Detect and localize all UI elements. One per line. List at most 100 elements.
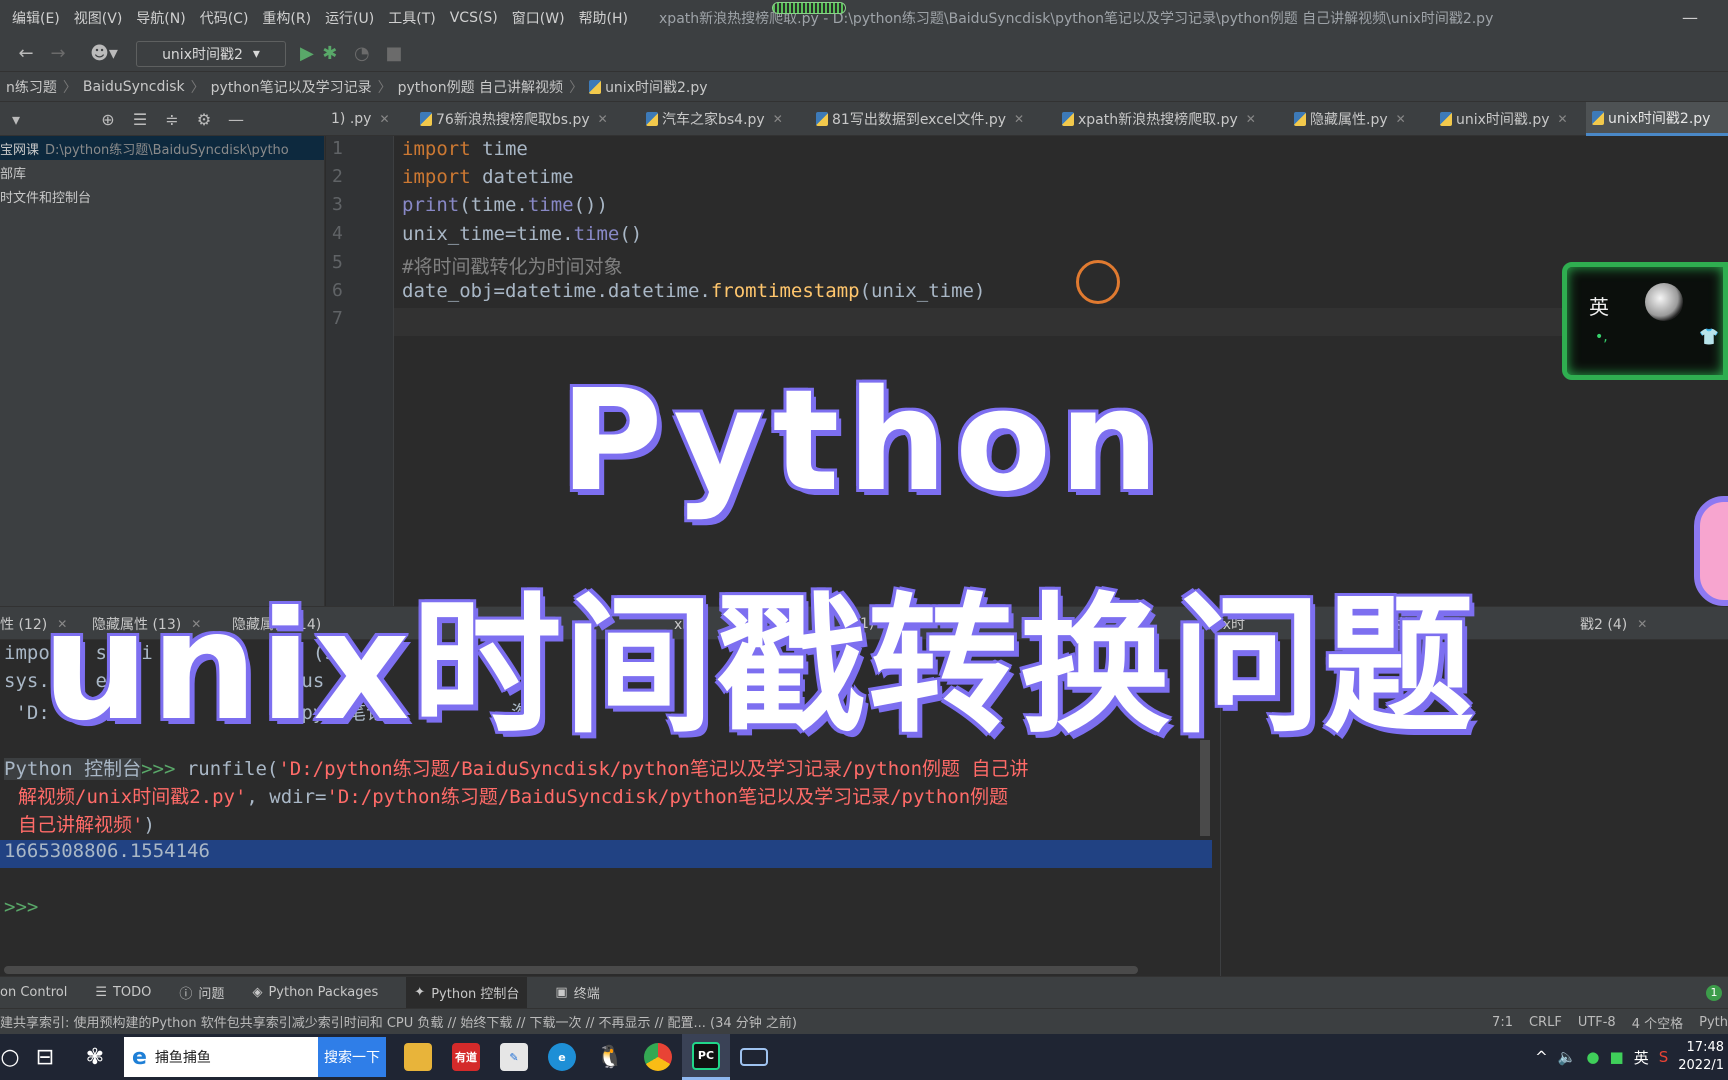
app-pycharm[interactable]: PC xyxy=(682,1034,730,1080)
event-log-badge[interactable]: 1 xyxy=(1706,985,1722,1001)
tab-active-file[interactable]: unix时间戳2.py xyxy=(1586,102,1728,136)
app-file-explorer[interactable] xyxy=(394,1034,442,1080)
taskbar-search-input[interactable]: e 捕鱼捕鱼 xyxy=(124,1037,318,1077)
code-line: import datetime xyxy=(402,166,574,188)
caret-position[interactable]: 7:1 xyxy=(1492,1015,1513,1030)
chevron-up-icon[interactable]: ^ xyxy=(1535,1048,1548,1066)
tool-version-control[interactable]: on Control xyxy=(0,985,67,1000)
gear-icon[interactable]: ⚙ xyxy=(188,110,220,129)
tab-file[interactable]: 隐藏属性.py ✕ xyxy=(1288,102,1412,136)
console-tab-label: 戳2 (4) xyxy=(1580,617,1628,633)
method-call: fromtimestamp xyxy=(710,280,860,302)
file-encoding[interactable]: UTF-8 xyxy=(1578,1015,1616,1030)
minimize-icon[interactable]: — xyxy=(1682,8,1698,27)
console-output: 1665308806.1554146 xyxy=(4,840,210,862)
tree-item-external-libraries[interactable]: 部库 xyxy=(0,160,324,184)
speaker-icon[interactable]: 🔈 xyxy=(1558,1048,1577,1066)
sogou-icon[interactable]: S xyxy=(1659,1048,1669,1066)
breadcrumb-item[interactable]: python例题 自己讲解视频 xyxy=(392,77,569,97)
start-icon[interactable]: ○ xyxy=(0,1034,20,1080)
menu-code[interactable]: 代码(C) xyxy=(193,8,256,28)
app-youdao[interactable]: 有道 xyxy=(442,1034,490,1080)
collapse-all-icon[interactable]: ≑ xyxy=(156,110,188,129)
run-configuration-select[interactable]: unix时间戳2 ▾ xyxy=(136,40,286,67)
menu-run[interactable]: 运行(U) xyxy=(318,8,381,28)
line-separator[interactable]: CRLF xyxy=(1529,1015,1562,1030)
ime-indicator[interactable]: 英 xyxy=(1634,1047,1649,1068)
menu-help[interactable]: 帮助(H) xyxy=(572,8,635,28)
python-file-icon xyxy=(1592,110,1604,125)
tool-python-console[interactable]: ✦ Python 控制台 xyxy=(406,976,528,1009)
ime-widget[interactable]: 英 •, 👕 xyxy=(1562,262,1728,380)
tab-label: 汽车之家bs4.py xyxy=(662,112,765,128)
coverage-icon[interactable]: ◔ xyxy=(346,43,378,64)
app-camera[interactable] xyxy=(730,1034,778,1080)
breadcrumb-file[interactable]: unix时间戳2.py xyxy=(583,77,713,97)
tab-file[interactable]: xpath新浪热搜榜爬取.py ✕ xyxy=(1056,102,1262,136)
tab-label: xpath新浪热搜榜爬取.py xyxy=(1078,112,1238,128)
locate-icon[interactable]: ⊕ xyxy=(92,110,124,129)
tab-file[interactable]: 汽车之家bs4.py ✕ xyxy=(640,102,789,136)
back-arrow-icon[interactable]: ← xyxy=(10,43,42,64)
close-icon[interactable]: ✕ xyxy=(379,112,389,126)
menu-bar: 编辑(E) 视图(V) 导航(N) 代码(C) 重构(R) 运行(U) 工具(T… xyxy=(0,0,1728,36)
forward-arrow-icon[interactable]: → xyxy=(42,43,74,64)
close-icon[interactable]: ✕ xyxy=(1246,112,1256,126)
menu-navigate[interactable]: 导航(N) xyxy=(129,8,192,28)
search-button[interactable]: 搜索一下 xyxy=(318,1037,386,1077)
close-icon[interactable]: ✕ xyxy=(773,112,783,126)
tree-item-scratches[interactable]: 时文件和控制台 xyxy=(0,184,324,208)
notepad-icon: ✎ xyxy=(500,1043,528,1071)
tool-terminal[interactable]: ▣ 终端 xyxy=(555,983,599,1002)
decoration-sticker xyxy=(1694,496,1728,606)
status-message[interactable]: 建共享索引: 使用预构建的Python 软件包共享索引减少索引时间和 CPU 负… xyxy=(0,1012,797,1031)
breadcrumb-item[interactable]: BaiduSyncdisk xyxy=(77,79,191,95)
menu-edit[interactable]: 编辑(E) xyxy=(0,8,67,28)
app-chrome[interactable] xyxy=(634,1034,682,1080)
run-icon[interactable]: ▶ xyxy=(300,43,314,64)
horizontal-scrollbar[interactable] xyxy=(4,966,1138,974)
console-tab[interactable]: 戳2 (4) ✕ xyxy=(1580,607,1647,641)
tool-python-packages[interactable]: ◈ Python Packages xyxy=(252,985,378,1000)
line-number: 2 xyxy=(332,166,343,187)
menu-window[interactable]: 窗口(W) xyxy=(505,8,572,28)
tool-todo[interactable]: ☰ TODO xyxy=(95,985,151,1000)
menu-tools[interactable]: 工具(T) xyxy=(381,8,442,28)
code-line: import time xyxy=(402,138,528,160)
tab-file[interactable]: 81写出数据到excel文件.py ✕ xyxy=(810,102,1030,136)
app-notepad[interactable]: ✎ xyxy=(490,1034,538,1080)
menu-vcs[interactable]: VCS(S) xyxy=(443,10,505,26)
close-icon[interactable]: ✕ xyxy=(1637,617,1647,631)
wechat-icon[interactable]: ● xyxy=(1586,1048,1599,1066)
python-file-icon xyxy=(646,112,658,126)
console-empty-prompt[interactable]: >>> xyxy=(4,896,38,918)
app-qq[interactable]: 🐧 xyxy=(586,1034,634,1080)
clock[interactable]: 17:48 2022/1 xyxy=(1678,1039,1724,1075)
tray-app-icon[interactable]: ■ xyxy=(1610,1048,1624,1066)
vcs-user-icon[interactable]: ☻▾ xyxy=(88,43,120,64)
task-view-icon[interactable]: ⊟ xyxy=(20,1034,70,1080)
chevron-down-icon[interactable]: ▾ xyxy=(0,110,32,129)
app-edge[interactable]: e xyxy=(538,1034,586,1080)
interpreter-setting[interactable]: Pyth xyxy=(1699,1015,1728,1030)
debug-icon[interactable]: ✱ xyxy=(314,43,346,64)
indent-setting[interactable]: 4 个空格 xyxy=(1632,1013,1683,1032)
breadcrumb-item[interactable]: n练习题 xyxy=(0,77,63,97)
breadcrumb-item[interactable]: python笔记以及学习记录 xyxy=(205,77,378,97)
menu-view[interactable]: 视图(V) xyxy=(67,8,130,28)
hide-panel-icon[interactable]: — xyxy=(220,110,252,129)
tab-file[interactable]: unix时间戳.py ✕ xyxy=(1434,102,1574,136)
close-icon[interactable]: ✕ xyxy=(598,112,608,126)
close-icon[interactable]: ✕ xyxy=(1396,112,1406,126)
tool-problems[interactable]: ⓘ 问题 xyxy=(179,983,224,1002)
stop-icon[interactable]: ■ xyxy=(378,43,410,64)
pinwheel-icon[interactable]: ✾ xyxy=(70,1034,120,1080)
tree-item-project-root[interactable]: 宝网课 D:\python练习题\BaiduSyncdisk\pytho xyxy=(0,136,324,160)
tab-file[interactable]: 1) .py ✕ xyxy=(325,102,396,136)
tool-window-bar: on Control ☰ TODO ⓘ 问题 ◈ Python Packages ✦ P… xyxy=(0,976,1728,1009)
close-icon[interactable]: ✕ xyxy=(1558,112,1568,126)
tab-file[interactable]: 76新浪热搜榜爬取bs.py ✕ xyxy=(414,102,614,136)
close-icon[interactable]: ✕ xyxy=(1014,112,1024,126)
expand-all-icon[interactable]: ☰ xyxy=(124,110,156,129)
menu-refactor[interactable]: 重构(R) xyxy=(255,8,318,28)
